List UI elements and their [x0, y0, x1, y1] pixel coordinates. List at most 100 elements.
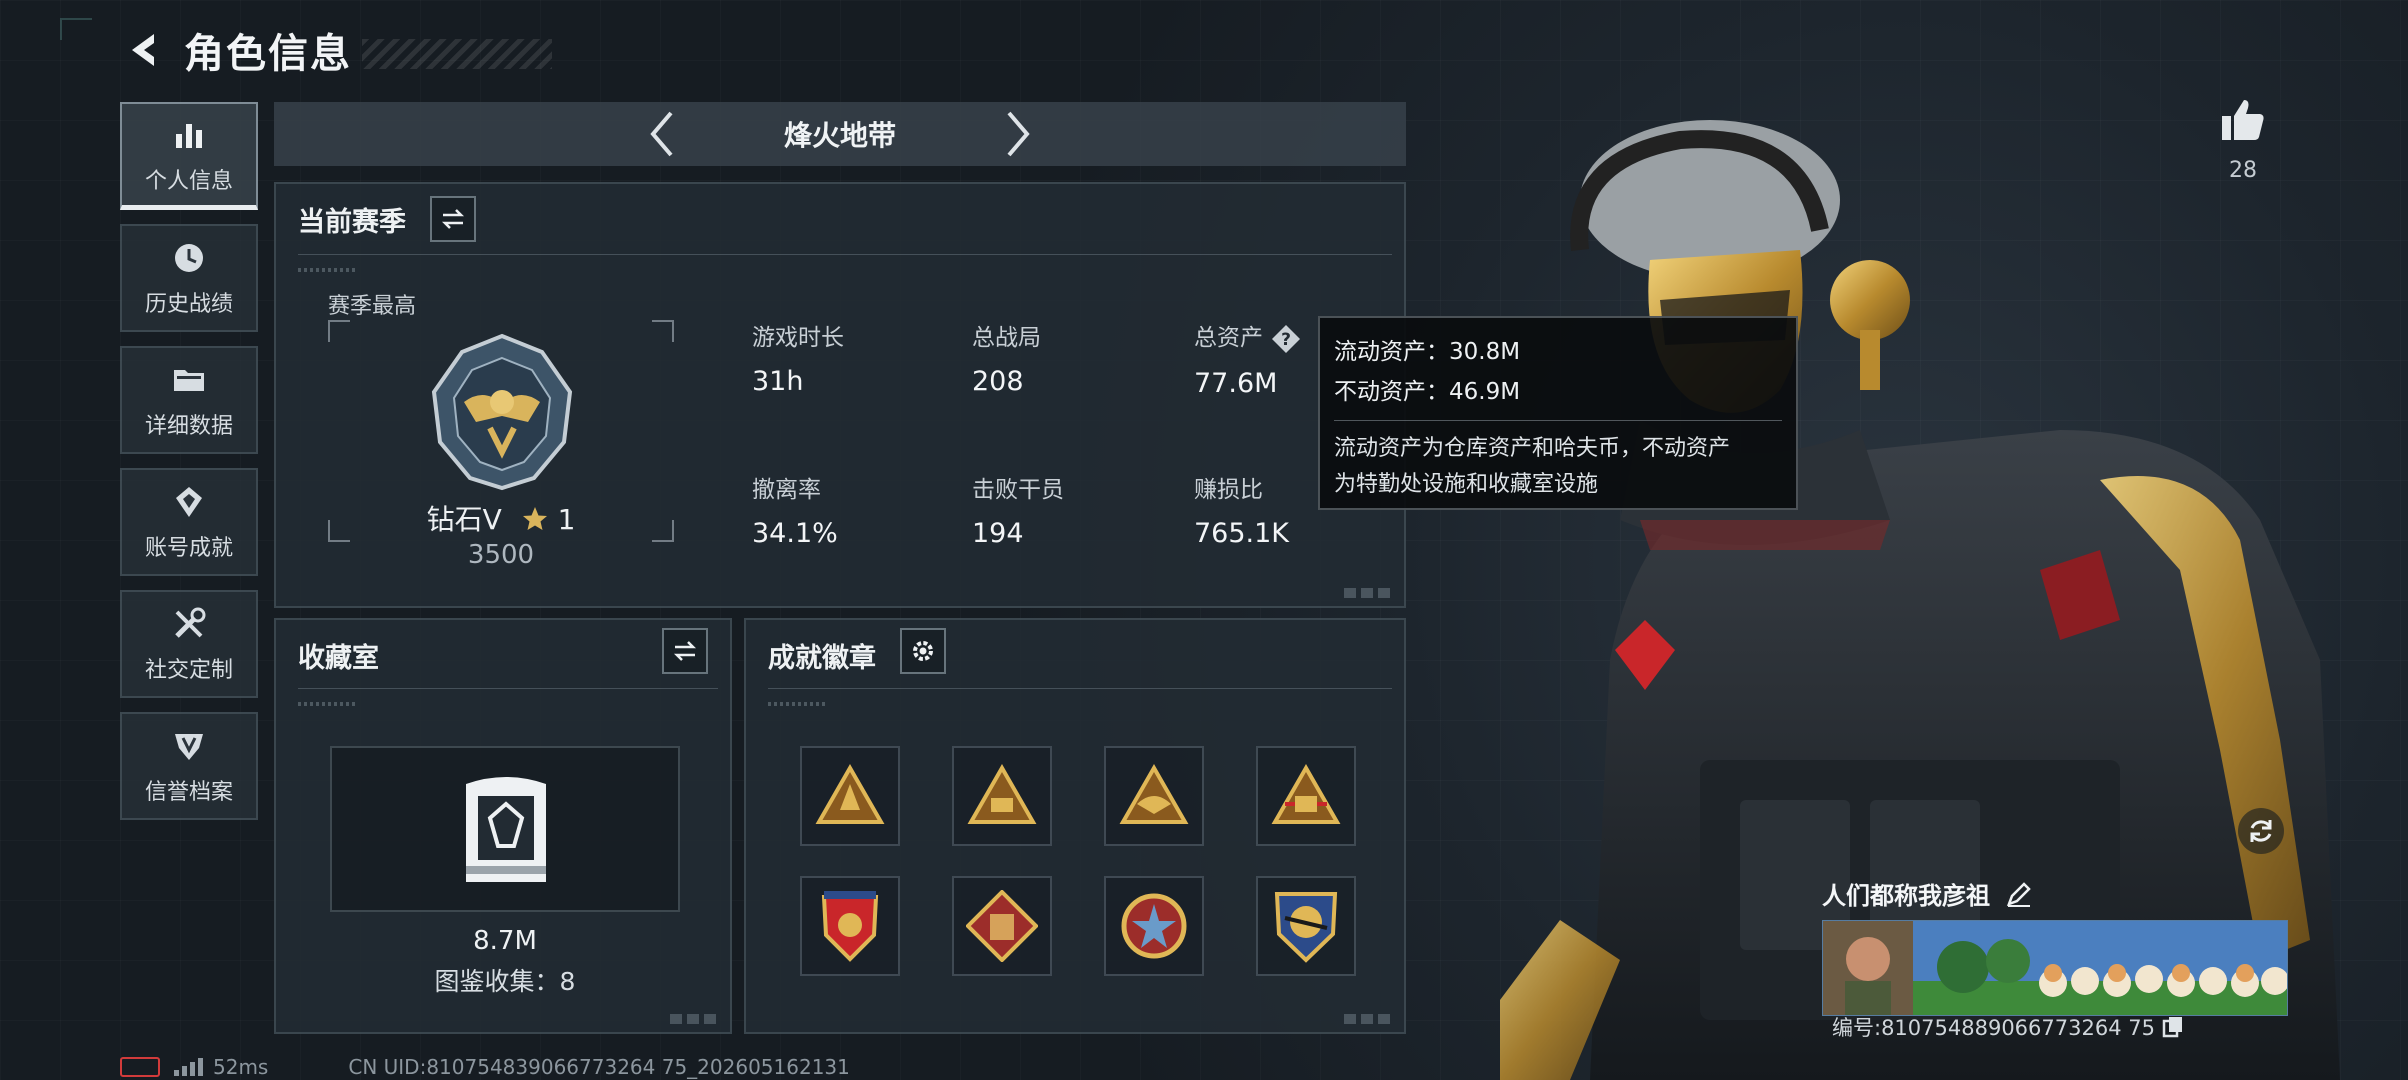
corner-decoration — [60, 18, 92, 40]
card-id-text: 编号:810754889066773264 75 — [1832, 1016, 2155, 1040]
tooltip-description-line: 为特勤处设施和收藏室设施 — [1334, 472, 1599, 497]
stat-value: 34.1% — [752, 518, 838, 549]
badges-title: 成就徽章 — [768, 643, 876, 674]
panel-dots-decoration — [298, 702, 358, 706]
achievement-icon — [169, 482, 209, 522]
sidebar: 个人信息 历史战绩 详细数据 账号成就 社交定制 信誉档案 — [120, 102, 258, 834]
sidebar-item-label: 历史战绩 — [144, 292, 233, 317]
stat-value: 208 — [972, 366, 1024, 397]
triangle-50-badge-icon — [967, 764, 1037, 824]
back-arrow-icon — [132, 34, 154, 66]
stat-value: 194 — [972, 518, 1024, 549]
edit-pencil-icon[interactable] — [2004, 879, 2034, 909]
diamond-vest-badge-icon — [966, 890, 1038, 962]
season-best-label: 赛季最高 — [328, 294, 417, 319]
uid-text: CN UID:810754839066773264 75_20260516213… — [348, 1055, 850, 1079]
player-name-card: 人们都称我彦祖 编号:810754889066773264 75 — [1822, 876, 2288, 1040]
profile-banner[interactable] — [1822, 920, 2288, 1016]
chevron-left-icon — [650, 111, 673, 157]
player-name: 人们都称我彦祖 — [1822, 882, 1990, 910]
gear-icon — [913, 641, 933, 661]
stat-label: 总资产? — [1194, 318, 1301, 354]
round-star-badge-icon — [1121, 893, 1187, 959]
achievement-badges-panel: 成就徽章 — [744, 618, 1406, 1034]
collection-display-case — [330, 746, 680, 912]
stat-label: 撤离率 — [752, 477, 821, 503]
stat-label: 赚损比 — [1194, 477, 1263, 503]
rotate-view-button[interactable] — [2238, 808, 2284, 854]
ping-text: 52ms — [213, 1055, 269, 1079]
sidebar-item-label: 详细数据 — [144, 414, 233, 439]
achievement-badge[interactable] — [800, 746, 900, 846]
bar-chart-icon — [169, 115, 209, 155]
badges-settings-button[interactable] — [900, 628, 946, 674]
shield-star-badge-icon — [821, 891, 879, 962]
sidebar-item-label: 信誉档案 — [144, 780, 233, 805]
stat-label: 总战局 — [972, 325, 1041, 351]
triangle-badge-icon — [815, 764, 885, 824]
achievement-badge[interactable] — [1104, 746, 1204, 846]
stat-play-time: 游戏时长 31h — [752, 318, 844, 397]
history-clock-icon — [169, 238, 209, 278]
copy-icon[interactable] — [2161, 1015, 2185, 1039]
sidebar-item-history[interactable]: 历史战绩 — [120, 224, 258, 332]
sidebar-item-label: 个人信息 — [144, 168, 233, 194]
sidebar-item-label: 社交定制 — [144, 658, 233, 683]
corner-ticks-decoration — [1344, 1014, 1394, 1024]
collection-switch-button[interactable] — [662, 628, 708, 674]
stat-total-matches: 总战局 208 — [972, 318, 1041, 397]
folder-icon — [169, 360, 209, 400]
triangle-wing-badge-icon — [1119, 764, 1189, 824]
page-title: 角色信息 — [184, 31, 352, 77]
sidebar-item-detailed-data[interactable]: 详细数据 — [120, 346, 258, 454]
achievement-badge[interactable] — [1104, 876, 1204, 976]
thumbs-up-icon — [2222, 100, 2264, 140]
tooltip-fixed-assets: 不动资产：46.9M — [1334, 379, 1521, 405]
like-button[interactable] — [2218, 96, 2268, 146]
achievement-badge[interactable] — [1256, 746, 1356, 846]
player-name-row: 人们都称我彦祖 — [1822, 876, 2288, 911]
sidebar-item-achievements[interactable]: 账号成就 — [120, 468, 258, 576]
back-button[interactable] — [120, 26, 168, 74]
stat-operators-defeated: 击败干员 194 — [972, 470, 1064, 549]
achievement-badge[interactable] — [800, 876, 900, 976]
collection-title: 收藏室 — [298, 643, 379, 674]
achievement-badge[interactable] — [952, 876, 1052, 976]
sidebar-item-label: 账号成就 — [144, 536, 233, 561]
collection-panel[interactable]: 收藏室 8.7M 图鉴收集：8 — [274, 618, 732, 1034]
corner-ticks-decoration — [670, 1014, 720, 1024]
signal-bars-icon — [174, 1058, 203, 1076]
stat-label: 游戏时长 — [752, 325, 844, 351]
stat-value: 77.6M — [1194, 367, 1278, 399]
stat-extraction-rate: 撤离率 34.1% — [752, 470, 838, 549]
tooltip-description-line: 流动资产为仓库资产和哈夫币，不动资产 — [1334, 436, 1731, 461]
tools-icon — [169, 604, 209, 644]
refresh-icon — [2250, 820, 2272, 842]
swap-arrows-icon — [673, 641, 697, 661]
help-icon[interactable]: ? — [1271, 324, 1301, 354]
battery-icon — [120, 1057, 160, 1077]
tooltip-divider — [1334, 420, 1782, 421]
prev-mode-button[interactable] — [634, 106, 690, 162]
like-count: 28 — [2229, 158, 2257, 183]
next-mode-button[interactable] — [990, 106, 1046, 162]
asset-tooltip: 流动资产：30.8M 不动资产：46.9M 流动资产为仓库资产和哈夫币，不动资产… — [1318, 316, 1798, 510]
achievement-badge[interactable] — [1256, 876, 1356, 976]
shield-rifle-badge-icon — [1274, 892, 1338, 963]
season-switch-button[interactable] — [430, 196, 476, 242]
sidebar-item-credit-record[interactable]: 信誉档案 — [120, 712, 258, 820]
rank-name: 钻石V 1 — [328, 498, 674, 538]
achievement-badge[interactable] — [952, 746, 1052, 846]
triangle-50-badge-icon — [1271, 764, 1341, 824]
rank-stars: 1 — [557, 503, 576, 536]
display-case-icon — [466, 777, 546, 882]
swap-arrows-icon — [441, 209, 465, 229]
stat-total-assets: 总资产? 77.6M — [1194, 318, 1301, 399]
star-icon — [522, 507, 547, 530]
sidebar-item-personal-info[interactable]: 个人信息 — [120, 102, 258, 210]
sidebar-item-social-custom[interactable]: 社交定制 — [120, 590, 258, 698]
banner-art — [1823, 921, 2287, 1015]
season-panel: 当前赛季 赛季最高 钻石V 1 3500 游戏时长 31h 总战局 208 总资… — [274, 182, 1406, 608]
player-card-id: 编号:810754889066773264 75 — [1832, 1012, 2185, 1042]
title-stripe-decoration — [362, 39, 552, 69]
